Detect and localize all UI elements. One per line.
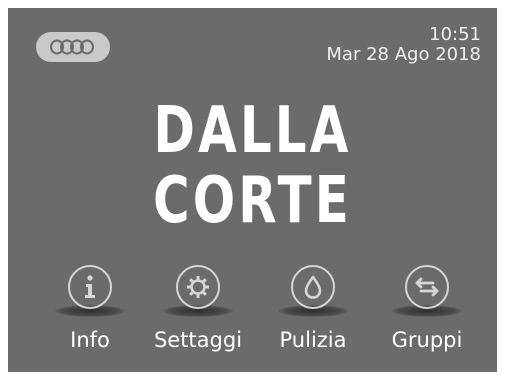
- logo-line-1: DALLA: [153, 94, 352, 168]
- clock-time: 10:51: [429, 24, 481, 45]
- swap-arrows-icon: [405, 265, 449, 309]
- menu-item-label: Settaggi: [153, 328, 243, 352]
- menu-item-gruppi[interactable]: Gruppi: [372, 265, 482, 353]
- rings-icon: [50, 39, 94, 55]
- menu-item-label: Gruppi: [391, 328, 463, 352]
- menu-item-info[interactable]: Info: [35, 265, 145, 353]
- logo-line-2: CORTE: [152, 164, 353, 238]
- gear-icon: [176, 265, 220, 309]
- main-menu: Info Settaggi Pulizia Gruppi: [8, 265, 497, 365]
- clock: 10:51 Mar 28 Ago 2018: [326, 25, 481, 65]
- menu-item-label: Info: [70, 328, 110, 352]
- info-icon: [68, 265, 112, 309]
- machine-screen: 10:51 Mar 28 Ago 2018 DALLA CORTE Info S…: [8, 8, 497, 372]
- drop-icon: [291, 265, 335, 309]
- menu-item-pulizia[interactable]: Pulizia: [258, 265, 368, 353]
- brand-logo: DALLA CORTE: [8, 96, 497, 236]
- menu-item-label: Pulizia: [279, 328, 347, 352]
- clock-date: Mar 28 Ago 2018: [326, 44, 481, 65]
- menu-item-settaggi[interactable]: Settaggi: [143, 265, 253, 353]
- status-indicator[interactable]: [36, 32, 110, 62]
